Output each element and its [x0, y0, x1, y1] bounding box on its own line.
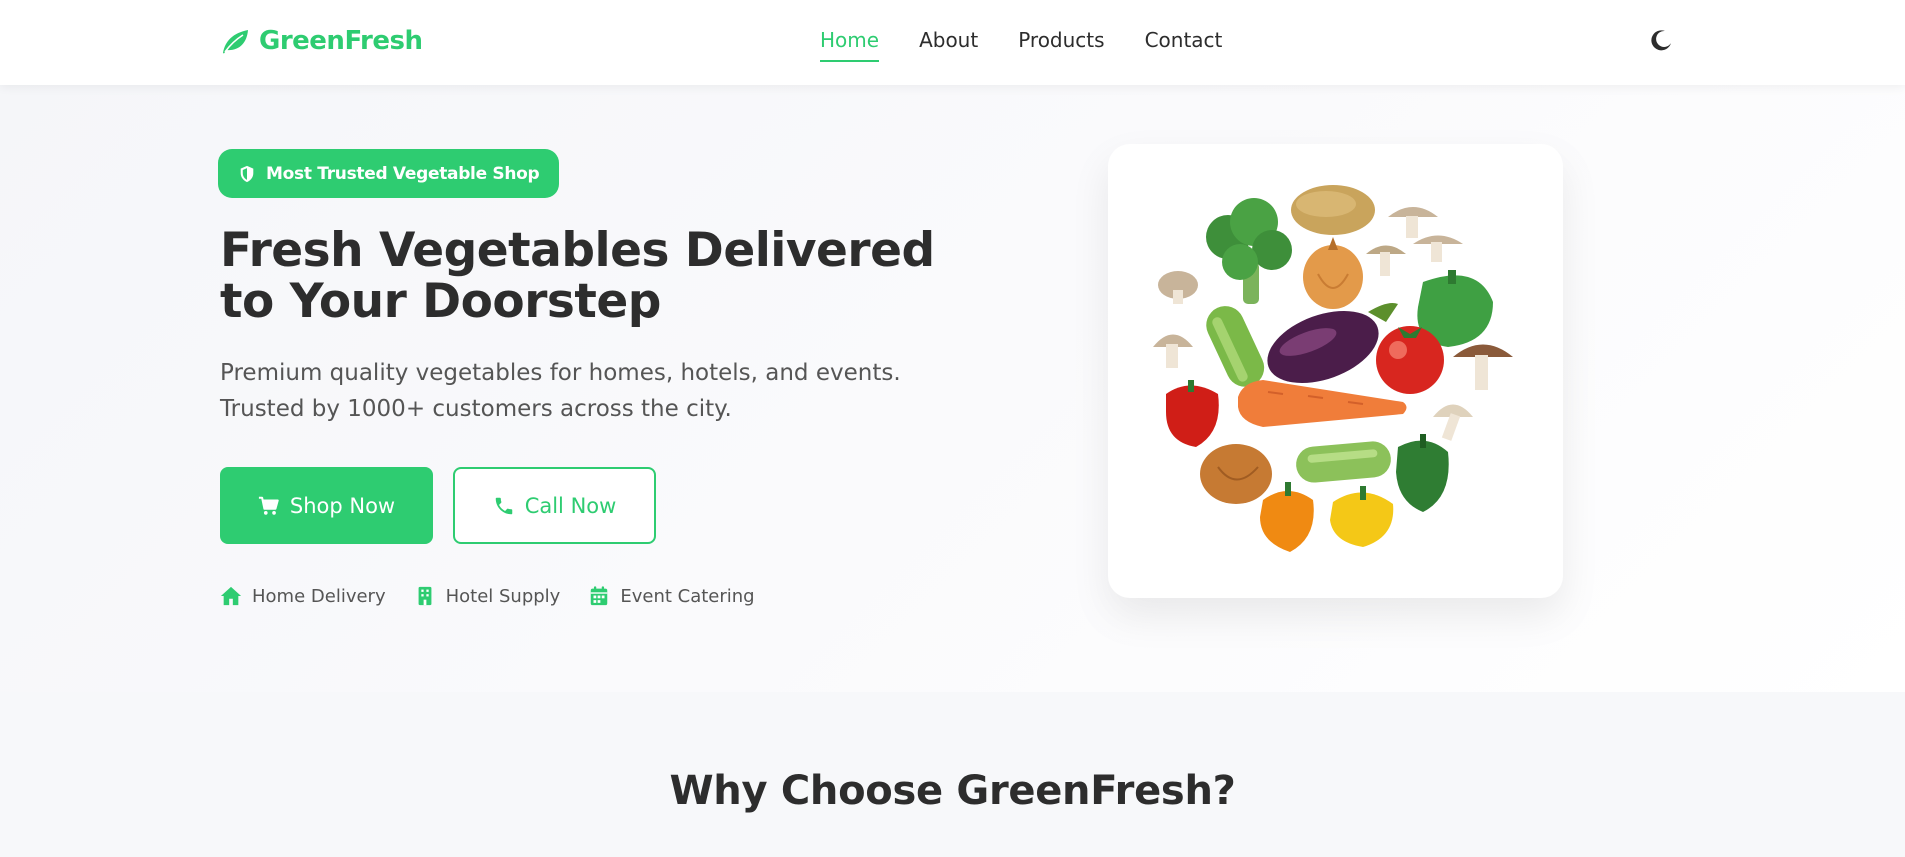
- yellow-pepper: [1330, 486, 1394, 547]
- feature-list: Home Delivery Hotel Supply Event Caterin…: [220, 585, 755, 607]
- shop-now-button[interactable]: Shop Now: [220, 467, 433, 544]
- call-now-button[interactable]: Call Now: [453, 467, 656, 544]
- feature-label: Hotel Supply: [445, 585, 561, 607]
- nav-contact[interactable]: Contact: [1145, 28, 1223, 58]
- tomato: [1376, 326, 1444, 394]
- theme-toggle-button[interactable]: [1650, 28, 1674, 52]
- mushroom-left-small: [1158, 271, 1198, 304]
- mushroom-right: [1453, 344, 1513, 390]
- nav-about[interactable]: About: [919, 28, 978, 58]
- leaf-icon: [223, 30, 248, 54]
- onion-top: [1303, 237, 1363, 309]
- vegetables-illustration: [1153, 185, 1513, 552]
- cucumber-middle: [1296, 441, 1391, 483]
- brand-logo[interactable]: GreenFresh: [219, 25, 423, 57]
- hero-section: Most Trusted Vegetable Shop Fresh Vegeta…: [0, 85, 1905, 692]
- shield-icon: [240, 165, 254, 182]
- call-now-label: Call Now: [524, 493, 617, 518]
- main-nav: Home About Products Contact: [820, 28, 1223, 62]
- mushroom-right-lower: [1433, 404, 1473, 441]
- broccoli: [1206, 198, 1292, 304]
- phone-icon: [495, 497, 512, 514]
- shop-now-label: Shop Now: [289, 493, 396, 518]
- hero-subtitle: Premium quality vegetables for homes, ho…: [220, 360, 901, 422]
- feature-event-catering: Event Catering: [588, 585, 755, 607]
- hero-title: Fresh Vegetables Delivered to Your Doors…: [220, 223, 935, 329]
- cucumber-left: [1206, 306, 1265, 387]
- mushroom-left: [1153, 334, 1193, 368]
- navbar: GreenFresh Home About Products Contact: [0, 0, 1905, 85]
- nav-home[interactable]: Home: [820, 28, 880, 62]
- hero-buttons: Shop Now Call Now: [220, 467, 656, 544]
- cart-icon: [258, 496, 279, 515]
- orange-pepper: [1260, 482, 1314, 552]
- green-pepper-lower: [1396, 434, 1449, 512]
- why-title: Why Choose GreenFresh?: [669, 768, 1236, 814]
- hero-image-card: [1108, 144, 1563, 598]
- moon-icon: [1651, 30, 1671, 51]
- carrot: [1238, 380, 1407, 427]
- red-pepper: [1166, 380, 1219, 447]
- eggplant: [1267, 303, 1398, 384]
- feature-hotel-supply: Hotel Supply: [414, 585, 561, 607]
- nav-products[interactable]: Products: [1018, 28, 1104, 58]
- badge-label: Most Trusted Vegetable Shop: [266, 163, 540, 184]
- feature-label: Home Delivery: [252, 585, 386, 607]
- brand-name: GreenFresh: [259, 26, 423, 56]
- feature-label: Event Catering: [620, 585, 755, 607]
- building-icon: [418, 586, 432, 606]
- home-icon: [220, 586, 242, 606]
- mushrooms-top: [1366, 207, 1463, 276]
- feature-home-delivery: Home Delivery: [220, 585, 386, 607]
- trusted-badge: Most Trusted Vegetable Shop: [218, 149, 560, 198]
- onion-lower: [1200, 444, 1272, 504]
- why-section: Why Choose GreenFresh?: [0, 692, 1905, 857]
- calendar-icon: [591, 586, 608, 606]
